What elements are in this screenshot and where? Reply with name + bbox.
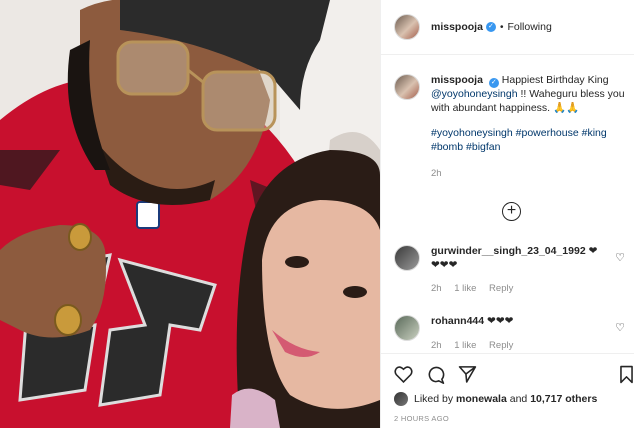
load-more-comments-icon[interactable]: +: [502, 202, 521, 221]
comment-heart-icon[interactable]: ♡: [615, 251, 625, 264]
post-timestamp[interactable]: 2 HOURS AGO: [394, 414, 449, 423]
following-button[interactable]: Following: [507, 21, 551, 33]
comment-reply-button[interactable]: Reply: [489, 340, 513, 351]
comment-age[interactable]: 2h: [431, 283, 442, 294]
post-photo[interactable]: [0, 0, 380, 428]
post-header: misspooja ✓ • Following: [381, 0, 634, 55]
author-avatar[interactable]: [394, 14, 420, 40]
comment-username[interactable]: gurwinder__singh_23_04_1992: [431, 245, 586, 257]
header-separator: •: [499, 21, 504, 33]
caption: misspooja ✓ Happiest Birthday King @yoyo…: [394, 74, 626, 181]
comment-meta: 2h 1 like Reply: [431, 339, 601, 353]
caption-avatar[interactable]: [394, 74, 420, 100]
caption-username[interactable]: misspooja: [431, 74, 483, 86]
comment-heart-icon[interactable]: ♡: [615, 321, 625, 334]
comment-likes[interactable]: 1 like: [454, 283, 476, 294]
comment-likes[interactable]: 1 like: [454, 340, 476, 351]
heart-icon[interactable]: [392, 363, 414, 385]
commenter-avatar[interactable]: [394, 315, 420, 341]
liked-by-prefix: Liked by: [414, 393, 454, 405]
liked-by-user[interactable]: monewala: [456, 393, 507, 405]
commenter-avatar[interactable]: [394, 245, 420, 271]
comment-text: ❤❤❤: [487, 315, 514, 327]
verified-badge-icon: ✓: [485, 22, 496, 32]
comment-item: rohann444 ❤❤❤ 2h 1 like Reply ♡: [394, 315, 628, 352]
liker-avatar[interactable]: [394, 392, 408, 406]
caption-mention-link[interactable]: @yoyohoneysingh: [431, 88, 518, 100]
caption-body: misspooja ✓ Happiest Birthday King @yoyo…: [431, 74, 626, 181]
comment-reply-button[interactable]: Reply: [489, 283, 513, 294]
caption-hashtags[interactable]: #yoyohoneysingh #powerhouse #king #bomb …: [431, 127, 626, 154]
liked-by-and: and: [509, 393, 528, 405]
caption-age[interactable]: 2h: [431, 167, 626, 181]
caption-text-before: Happiest Birthday King: [501, 74, 609, 86]
comment-username[interactable]: rohann444: [431, 315, 484, 327]
comment-item: gurwinder__singh_23_04_1992 ❤❤❤❤ 2h 1 li…: [394, 245, 628, 296]
bookmark-icon[interactable]: [615, 363, 634, 385]
caption-verified-badge-icon: ✓: [488, 78, 499, 88]
liked-by-others[interactable]: 10,717 others: [530, 393, 597, 405]
liked-by: Liked by monewala and 10,717 others: [394, 392, 597, 406]
post-actions: Liked by monewala and 10,717 others 2 HO…: [381, 353, 634, 428]
comment-body: gurwinder__singh_23_04_1992 ❤❤❤❤ 2h 1 li…: [431, 245, 601, 296]
comment-body: rohann444 ❤❤❤ 2h 1 like Reply: [431, 315, 601, 352]
comment-age[interactable]: 2h: [431, 340, 442, 351]
comment-icon[interactable]: [424, 363, 446, 385]
post-sidebar: misspooja ✓ • Following misspooja ✓ Happ…: [380, 0, 634, 428]
comments-section[interactable]: misspooja ✓ Happiest Birthday King @yoyo…: [381, 56, 634, 353]
post-image: [0, 0, 380, 428]
author-username[interactable]: misspooja: [431, 21, 483, 33]
comment-meta: 2h 1 like Reply: [431, 282, 601, 296]
share-icon[interactable]: [456, 363, 478, 385]
